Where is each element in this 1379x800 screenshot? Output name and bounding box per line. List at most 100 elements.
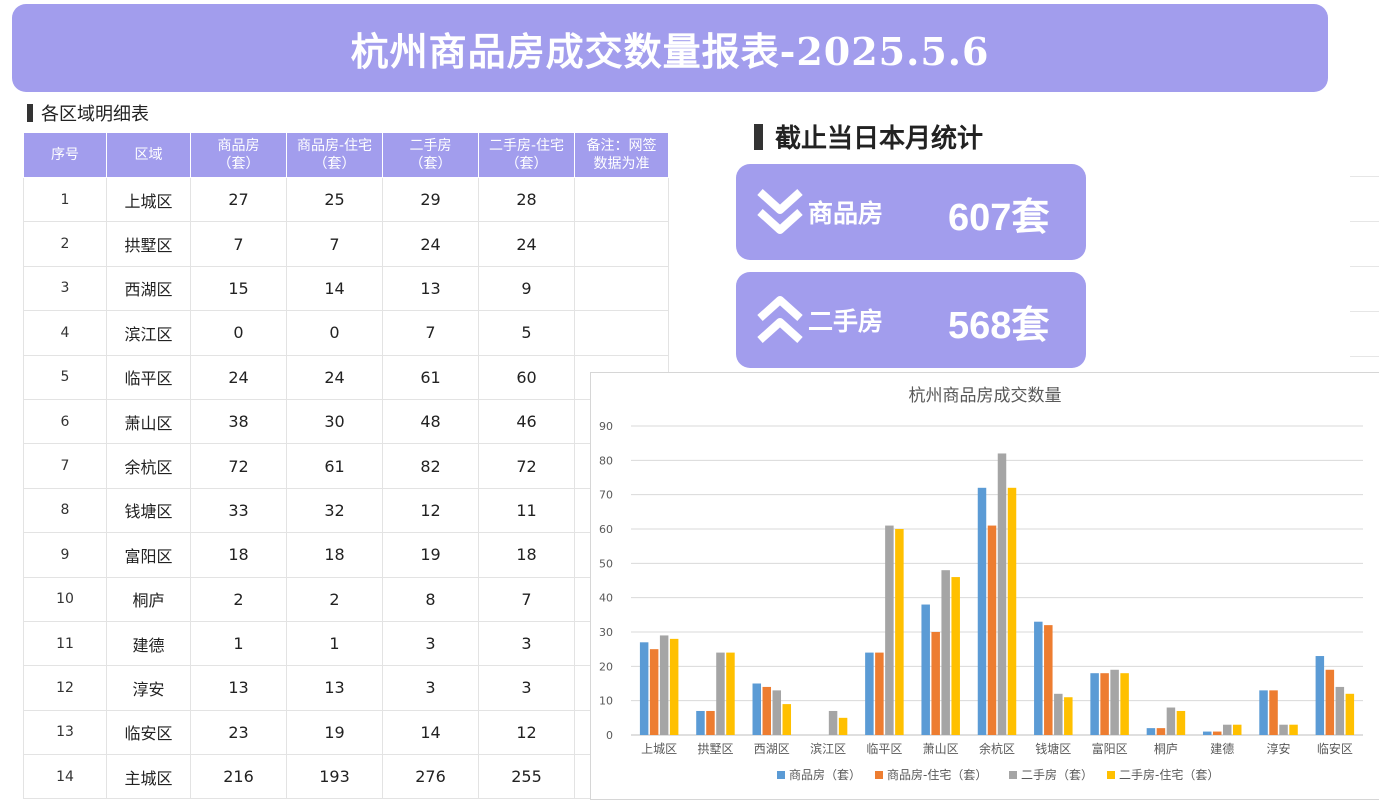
bar	[659, 635, 669, 735]
bar	[1222, 724, 1232, 735]
second-hand-residential-cell: 28	[478, 176, 575, 223]
bar	[1110, 669, 1119, 735]
second-hand-residential-cell: 3	[478, 620, 575, 667]
chart-title: 杭州商品房成交数量	[909, 386, 1062, 406]
bar	[649, 649, 659, 735]
bar	[1090, 673, 1099, 735]
new-home-cell: 15	[190, 265, 287, 312]
bar	[1034, 621, 1043, 735]
note-cell	[574, 176, 669, 223]
new-home-cell: 18	[190, 532, 287, 578]
new-home-residential-cell: 1	[286, 620, 383, 667]
bar	[1315, 656, 1325, 735]
x-tick-label: 桐庐	[1154, 741, 1178, 756]
second-hand-residential-cell: 7	[478, 576, 575, 622]
bar	[977, 487, 987, 735]
second-hand-cell: 82	[382, 443, 479, 489]
x-tick-label: 拱墅区	[697, 742, 733, 756]
area-cell: 富阳区	[106, 532, 191, 578]
detail-section-heading: 各区域明细表	[27, 100, 149, 126]
second-hand-stat-card: 二手房 568套	[736, 272, 1086, 368]
second-hand-residential-cell: 11	[478, 487, 575, 534]
bar	[669, 638, 679, 735]
seq-cell: 2	[23, 221, 107, 267]
new-home-cell: 72	[190, 443, 287, 489]
legend-label: 二手房-住宅（套）	[1119, 767, 1219, 782]
second-hand-residential-cell: 3	[478, 665, 575, 711]
area-cell: 西湖区	[106, 265, 191, 312]
new-home-residential-cell: 193	[286, 754, 383, 800]
bar	[875, 652, 884, 735]
x-tick-label: 萧山区	[923, 742, 959, 756]
table-header: 备注：网签 数据为准	[574, 132, 669, 178]
double-chevron-down-icon	[757, 189, 803, 234]
second-hand-residential-cell: 9	[478, 265, 575, 312]
new-home-cell: 27	[190, 176, 287, 223]
y-tick-label: 40	[599, 592, 613, 605]
bar	[726, 652, 735, 735]
bar	[987, 525, 997, 735]
table-row: 4 滨江区 0 0 7 5	[23, 310, 669, 356]
x-tick-label: 建德	[1210, 741, 1234, 756]
table-row: 11 建德 1 1 3 3	[23, 620, 669, 667]
table-row: 13 临安区 23 19 14 12	[23, 709, 669, 756]
bar	[1325, 669, 1335, 735]
new-home-cell: 33	[190, 487, 287, 534]
table-row: 5 临平区 24 24 61 60	[23, 354, 669, 400]
new-home-residential-cell: 2	[286, 576, 383, 622]
new-home-residential-cell: 13	[286, 665, 383, 711]
second-hand-cell: 19	[382, 532, 479, 578]
heading-marker	[754, 123, 763, 150]
y-tick-label: 70	[599, 489, 613, 502]
area-cell: 主城区	[106, 754, 191, 800]
bar	[838, 717, 848, 735]
table-row: 9 富阳区 18 18 19 18	[23, 532, 669, 578]
bar	[1120, 673, 1129, 735]
new-home-residential-cell: 18	[286, 532, 383, 578]
seq-cell: 10	[23, 576, 107, 622]
second-hand-cell: 29	[382, 176, 479, 223]
note-cell	[574, 221, 669, 267]
table-row: 8 钱塘区 33 32 12 11	[23, 487, 669, 534]
bar	[1345, 693, 1355, 735]
chart-canvas: 杭州商品房成交数量 0 10 20 30 40 50 60 70 80 90 上城区 拱墅区 西湖区 滨江区…	[599, 386, 1363, 782]
x-tick-label: 余杭区	[979, 741, 1015, 756]
new-home-residential-cell: 61	[286, 443, 383, 489]
second-hand-cell: 48	[382, 398, 479, 445]
seq-cell: 6	[23, 398, 107, 445]
bar	[1176, 710, 1186, 735]
new-home-cell: 0	[190, 310, 287, 356]
second-hand-cell: 276	[382, 754, 479, 800]
new-home-cell: 1	[190, 620, 287, 667]
area-cell: 钱塘区	[106, 487, 191, 534]
bar	[639, 642, 649, 735]
bar	[1269, 690, 1278, 735]
area-cell: 余杭区	[106, 443, 191, 489]
second-hand-residential-cell: 12	[478, 709, 575, 756]
stat-value: 568套	[948, 305, 1050, 347]
bar	[1100, 673, 1109, 735]
bar	[1232, 724, 1242, 735]
table-header: 序号	[23, 132, 107, 178]
y-tick-label: 30	[599, 626, 613, 639]
bar	[828, 710, 838, 735]
new-home-residential-cell: 0	[286, 310, 383, 356]
bar	[782, 704, 792, 735]
second-hand-cell: 24	[382, 221, 479, 267]
table-row: 3 西湖区 15 14 13 9	[23, 265, 669, 312]
new-home-residential-cell: 32	[286, 487, 383, 534]
table-row: 12 淳安 13 13 3 3	[23, 665, 669, 711]
bar	[716, 652, 725, 735]
detail-section-title: 各区域明细表	[41, 104, 149, 125]
y-tick-label: 90	[599, 420, 613, 433]
x-tick-label: 上城区	[641, 742, 677, 756]
x-tick-label: 富阳区	[1092, 741, 1128, 756]
x-tick-label: 淳安	[1267, 741, 1291, 756]
table-header: 二手房-住宅 （套）	[478, 132, 575, 178]
area-cell: 临平区	[106, 354, 191, 400]
area-cell: 滨江区	[106, 310, 191, 356]
legend-label: 商品房（套）	[789, 767, 861, 782]
table-header: 区域	[106, 132, 191, 178]
bar	[1156, 728, 1166, 735]
seq-cell: 4	[23, 310, 107, 356]
